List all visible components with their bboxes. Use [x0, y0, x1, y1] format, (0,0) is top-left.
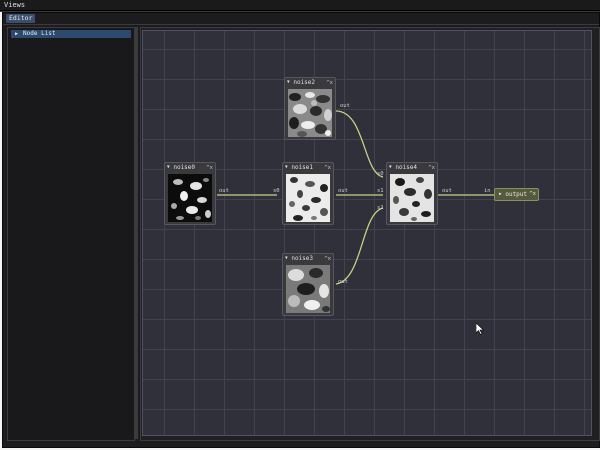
node-controls[interactable]: ^x	[326, 79, 333, 87]
noise-preview-image	[288, 89, 332, 137]
node-list-label: Node List	[23, 30, 56, 37]
node-noise3[interactable]: ▼ noise3 ^x out	[282, 253, 348, 316]
node-header: ▼ noise4 ^x	[389, 164, 435, 172]
noise-preview	[286, 265, 330, 313]
pin-out-label[interactable]: out	[338, 188, 348, 194]
node-title: noise4	[395, 164, 418, 171]
noise-preview-image	[168, 174, 212, 222]
node-header: ▼ noise2 ^x	[287, 79, 333, 87]
node-controls[interactable]: ^x	[206, 164, 213, 172]
node-title: output	[505, 191, 528, 198]
collapse-triangle-icon[interactable]: ▼	[285, 165, 288, 170]
collapse-triangle-icon[interactable]: ▼	[389, 165, 392, 170]
noise-preview	[286, 174, 330, 222]
tab-bar: Editor	[3, 13, 599, 25]
collapse-triangle-icon[interactable]: ▼	[287, 80, 290, 85]
node-controls[interactable]: ^x	[428, 164, 435, 172]
pin-in-label[interactable]: s0	[273, 188, 280, 194]
collapse-triangle-icon[interactable]: ▶	[499, 192, 502, 197]
link-noise2-noise4	[335, 110, 384, 178]
collapse-triangle-icon[interactable]: ▼	[167, 165, 170, 170]
node-noise0[interactable]: ▼ noise0 ^x out	[164, 162, 229, 225]
node-header: ▼ noise3 ^x	[285, 255, 331, 263]
pin-out-label[interactable]: out	[219, 188, 229, 194]
node-controls[interactable]: ^x	[324, 255, 331, 263]
collapse-triangle-icon[interactable]: ▼	[285, 256, 288, 261]
node-noise4[interactable]: ▼ noise4 ^x s0 s1 s2 out	[377, 162, 452, 225]
node-output[interactable]: ▶ output ^x	[494, 188, 539, 201]
node-title: noise2	[293, 79, 316, 86]
node-controls[interactable]: ^x	[324, 164, 331, 172]
node-controls[interactable]: ^x	[529, 189, 536, 200]
node-header: ▼ noise1 ^x	[285, 164, 331, 172]
pin-out-label[interactable]: out	[442, 188, 452, 194]
noise-preview-image	[286, 174, 330, 222]
noise-preview	[390, 174, 434, 222]
tab-editor[interactable]: Editor	[6, 14, 36, 23]
collapse-triangle-icon: ▶	[15, 31, 19, 37]
sidebar-panel: ▶ Node List	[7, 27, 135, 441]
node-noise2[interactable]: ▼ noise2 ^x out	[284, 77, 350, 140]
node-list-header[interactable]: ▶ Node List	[11, 30, 131, 38]
node-graph-canvas[interactable]: ▼ noise2 ^x out ▼ noise0 ^x out ▼ noise1…	[142, 30, 592, 436]
pin-in-label[interactable]: s0	[377, 171, 384, 177]
pin-out-label[interactable]: out	[340, 103, 350, 109]
panel-splitter[interactable]	[135, 27, 138, 439]
node-header: ▼ noise0 ^x	[167, 164, 213, 172]
noise-preview-image	[286, 265, 330, 313]
pin-in-label[interactable]: in	[484, 188, 491, 194]
noise-preview-image	[390, 174, 434, 222]
noise-preview	[288, 89, 332, 137]
pin-out-label[interactable]: out	[338, 279, 348, 285]
mouse-cursor-icon	[476, 323, 484, 335]
noise-preview	[168, 174, 212, 222]
node-title: noise3	[291, 255, 314, 262]
window-title: Views	[4, 1, 26, 9]
window-title-bar: Views	[0, 0, 600, 11]
node-noise1[interactable]: ▼ noise1 ^x s0 out	[273, 162, 348, 225]
pin-in-label[interactable]: s1	[377, 188, 384, 194]
link-noise3-noise4	[335, 207, 384, 285]
node-links	[217, 110, 494, 285]
node-title: noise1	[291, 164, 314, 171]
pin-in-label[interactable]: s2	[377, 205, 384, 211]
node-title: noise0	[173, 164, 196, 171]
